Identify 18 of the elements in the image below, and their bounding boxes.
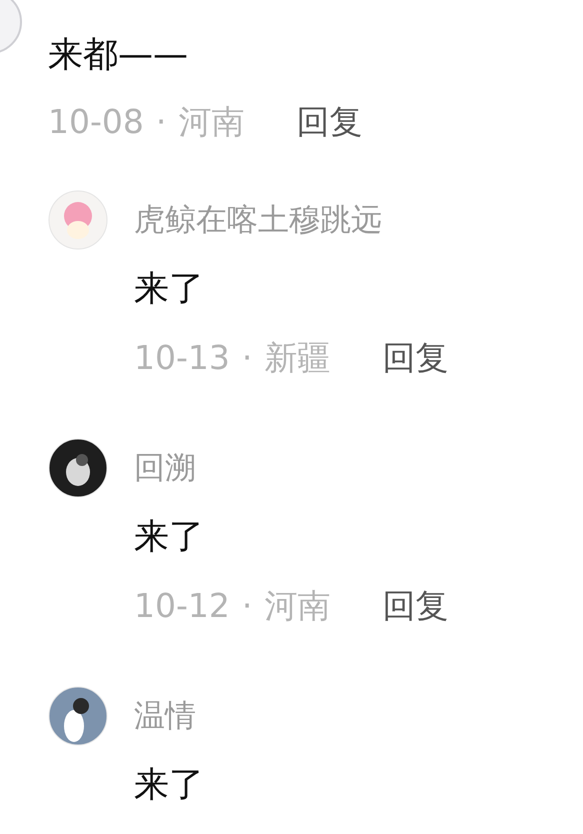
reply-button[interactable]: 回复 [296, 100, 362, 144]
comment-text: 来了 [134, 516, 205, 559]
comment-location: 新疆 [264, 337, 330, 379]
comment-text: 来都—— [48, 34, 189, 77]
avatar[interactable] [48, 686, 108, 746]
comment-location: 河南 [264, 585, 330, 627]
avatar[interactable] [48, 438, 108, 498]
separator: · [242, 337, 252, 379]
comment-date: 10-13 [134, 337, 230, 379]
comment-text: 来了 [134, 764, 205, 807]
separator: · [242, 585, 252, 627]
reply-button[interactable]: 回复 [382, 336, 448, 380]
reply-button[interactable]: 回复 [382, 584, 448, 628]
comment-location: 河南 [178, 101, 244, 143]
comment-text: 来了 [134, 268, 205, 311]
comment-date: 10-08 [48, 101, 144, 143]
separator: · [156, 101, 166, 143]
comment-date: 10-12 [134, 585, 230, 627]
